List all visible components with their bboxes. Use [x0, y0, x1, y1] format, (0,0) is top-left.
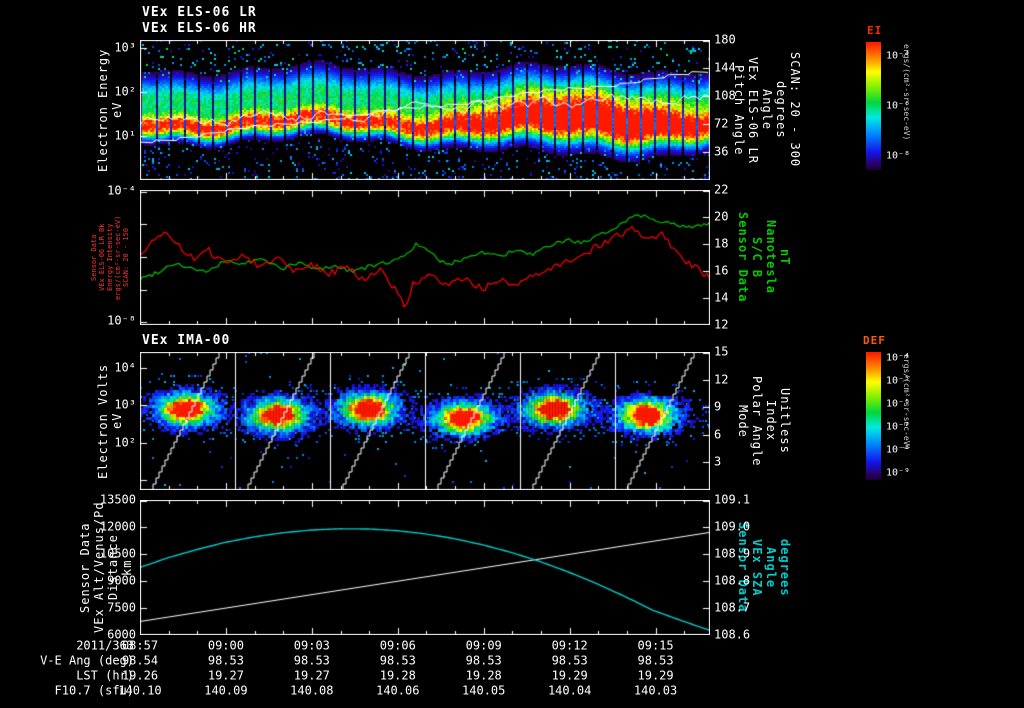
panel1-left-tick-label: 10¹ [114, 128, 136, 143]
panel1-right-tick-label: 144 [714, 60, 736, 75]
bottom-row-value: 19.27 [293, 668, 330, 683]
panel2-left-tick-label: 10⁻⁴ [107, 183, 136, 198]
panel3-right-tick-label: 15 [714, 344, 729, 359]
panel2-right-tick-label: 16 [714, 263, 729, 278]
panel2-right-tick-label: 22 [714, 182, 729, 197]
time-tick-label: 08:57 [121, 638, 159, 653]
sc-b-axis-label: Sensor Data S/C B Nanotesla nT [736, 212, 792, 303]
bottom-row-value: 19.29 [637, 668, 674, 683]
panel4-right-tick-label: 108.9 [714, 546, 751, 561]
panel3-right-tick-label: 6 [714, 427, 722, 442]
panel2-right-tick-label: 18 [714, 236, 729, 251]
def-colorbar-tick-label: 10⁻⁴ [886, 352, 911, 364]
bottom-row-value: 19.28 [465, 668, 502, 683]
panel2-right-tick-label: 12 [714, 317, 729, 332]
ima-spectrogram-canvas [140, 352, 710, 490]
bottom-row-value: 19.26 [121, 668, 159, 683]
bottom-row-value: 140.04 [547, 683, 592, 698]
bottom-row-value: 140.09 [204, 683, 248, 698]
bottom-row-value: 98.53 [293, 653, 330, 668]
bfield-lineplot-canvas [140, 190, 710, 325]
pitch-angle-axis-label: Pitch Angle VEx ELS-06 LR Angle degrees … [732, 52, 802, 168]
panel1-right-tick-label: 72 [714, 116, 729, 131]
ei-colorbar-tick-label: 10⁻⁸ [886, 150, 911, 162]
ei-colorbar-tick-label: 10⁻⁶ [886, 100, 911, 112]
panel3-title: VEx IMA-00 [142, 333, 231, 348]
def-colorbar-tick-label: 10⁻⁷ [886, 421, 911, 433]
panel3-right-tick-label: 12 [714, 372, 729, 387]
panel4-right-tick-label: 109.0 [714, 519, 751, 534]
panel4-left-tick-label: 10500 [99, 546, 136, 561]
els-spectrogram-canvas [140, 40, 710, 180]
bottom-row-value: 140.10 [118, 683, 162, 698]
bottom-row-value: 98.53 [551, 653, 588, 668]
panel3-left-tick-label: 10⁴ [114, 360, 136, 375]
panel1-title-hr: VEx ELS-06 HR [142, 21, 257, 36]
panel4-right-tick-label: 108.7 [714, 600, 751, 615]
bottom-row-value: 140.03 [633, 683, 678, 698]
bottom-row-value: 19.27 [207, 668, 244, 683]
panel1-left-tick-label: 10² [114, 84, 136, 99]
electron-energy-axis-label: Electron Energy eV [96, 48, 124, 172]
panel2-right-tick-label: 14 [714, 290, 729, 305]
panel4-left-tick-label: 13500 [99, 492, 136, 507]
def-colorbar-title: DEF [863, 334, 886, 347]
panel4-right-tick-label: 108.6 [714, 627, 751, 642]
vex-quicklook-plot: VEx ELS-06 LR VEx ELS-06 HR VEx IMA-00 E… [0, 0, 1024, 708]
altitude-sza-canvas [140, 500, 710, 635]
panel1-left-tick-label: 10³ [114, 40, 136, 55]
ei-colorbar-title: EI [867, 24, 883, 37]
bottom-row-value: 98.54 [121, 653, 159, 668]
panel3-right-tick-label: 9 [714, 399, 722, 414]
panel2-right-tick-label: 20 [714, 209, 729, 224]
bottom-row-value: 98.53 [207, 653, 244, 668]
panel1-right-tick-label: 180 [714, 32, 736, 47]
bottom-row-value: 19.28 [379, 668, 416, 683]
panel1-right-tick-label: 108 [714, 88, 736, 103]
bottom-row-value: 19.29 [551, 668, 588, 683]
time-tick-label: 09:15 [637, 638, 674, 653]
def-colorbar-tick-label: 10⁻⁶ [886, 398, 911, 410]
panel2-left-tick-label: 10⁻⁸ [107, 313, 136, 328]
panel4-right-tick-label: 108.8 [714, 573, 751, 588]
panel4-left-tick-label: 7500 [107, 600, 136, 615]
panel1-right-tick-label: 36 [714, 144, 729, 159]
ei-colorbar-tick-label: 10⁻⁴ [886, 50, 911, 62]
time-tick-label: 09:12 [551, 638, 588, 653]
def-colorbar-tick-label: 10⁻⁵ [886, 375, 911, 387]
def-colorbar-tick-label: 10⁻⁸ [886, 444, 911, 456]
panel4-right-tick-label: 109.1 [714, 492, 751, 507]
ei-colorbar-units: ergs/(cm²-sr-sec-eV) [902, 44, 911, 141]
time-tick-label: 09:09 [465, 638, 502, 653]
def-colorbar-tick-label: 10⁻⁹ [886, 467, 911, 479]
time-tick-label: 09:06 [379, 638, 416, 653]
bottom-row-value: 140.05 [462, 683, 506, 698]
ei-colorbar [866, 42, 881, 170]
panel4-left-tick-label: 12000 [99, 519, 136, 534]
time-tick-label: 09:03 [293, 638, 330, 653]
bottom-row-value: 98.53 [379, 653, 416, 668]
panel1-title-lr: VEx ELS-06 LR [142, 5, 257, 20]
bottom-row-value: 98.53 [637, 653, 674, 668]
bottom-row-value: 140.08 [290, 683, 334, 698]
time-tick-label: 09:00 [207, 638, 244, 653]
def-colorbar [866, 352, 881, 480]
panel4-left-tick-label: 9000 [107, 573, 136, 588]
bottom-row-value: 98.53 [465, 653, 502, 668]
panel3-right-tick-label: 3 [714, 454, 722, 469]
mode-polar-angle-axis-label: Mode Polar Angle Index Unitless [736, 375, 792, 467]
panel3-left-tick-label: 10³ [114, 397, 136, 412]
panel3-left-tick-label: 10² [114, 435, 136, 450]
bottom-row-value: 140.06 [376, 683, 420, 698]
els-bk-intensity-axis-label: Sensor Data VEx ELS-06 LR Bk Energy Inte… [90, 215, 130, 300]
